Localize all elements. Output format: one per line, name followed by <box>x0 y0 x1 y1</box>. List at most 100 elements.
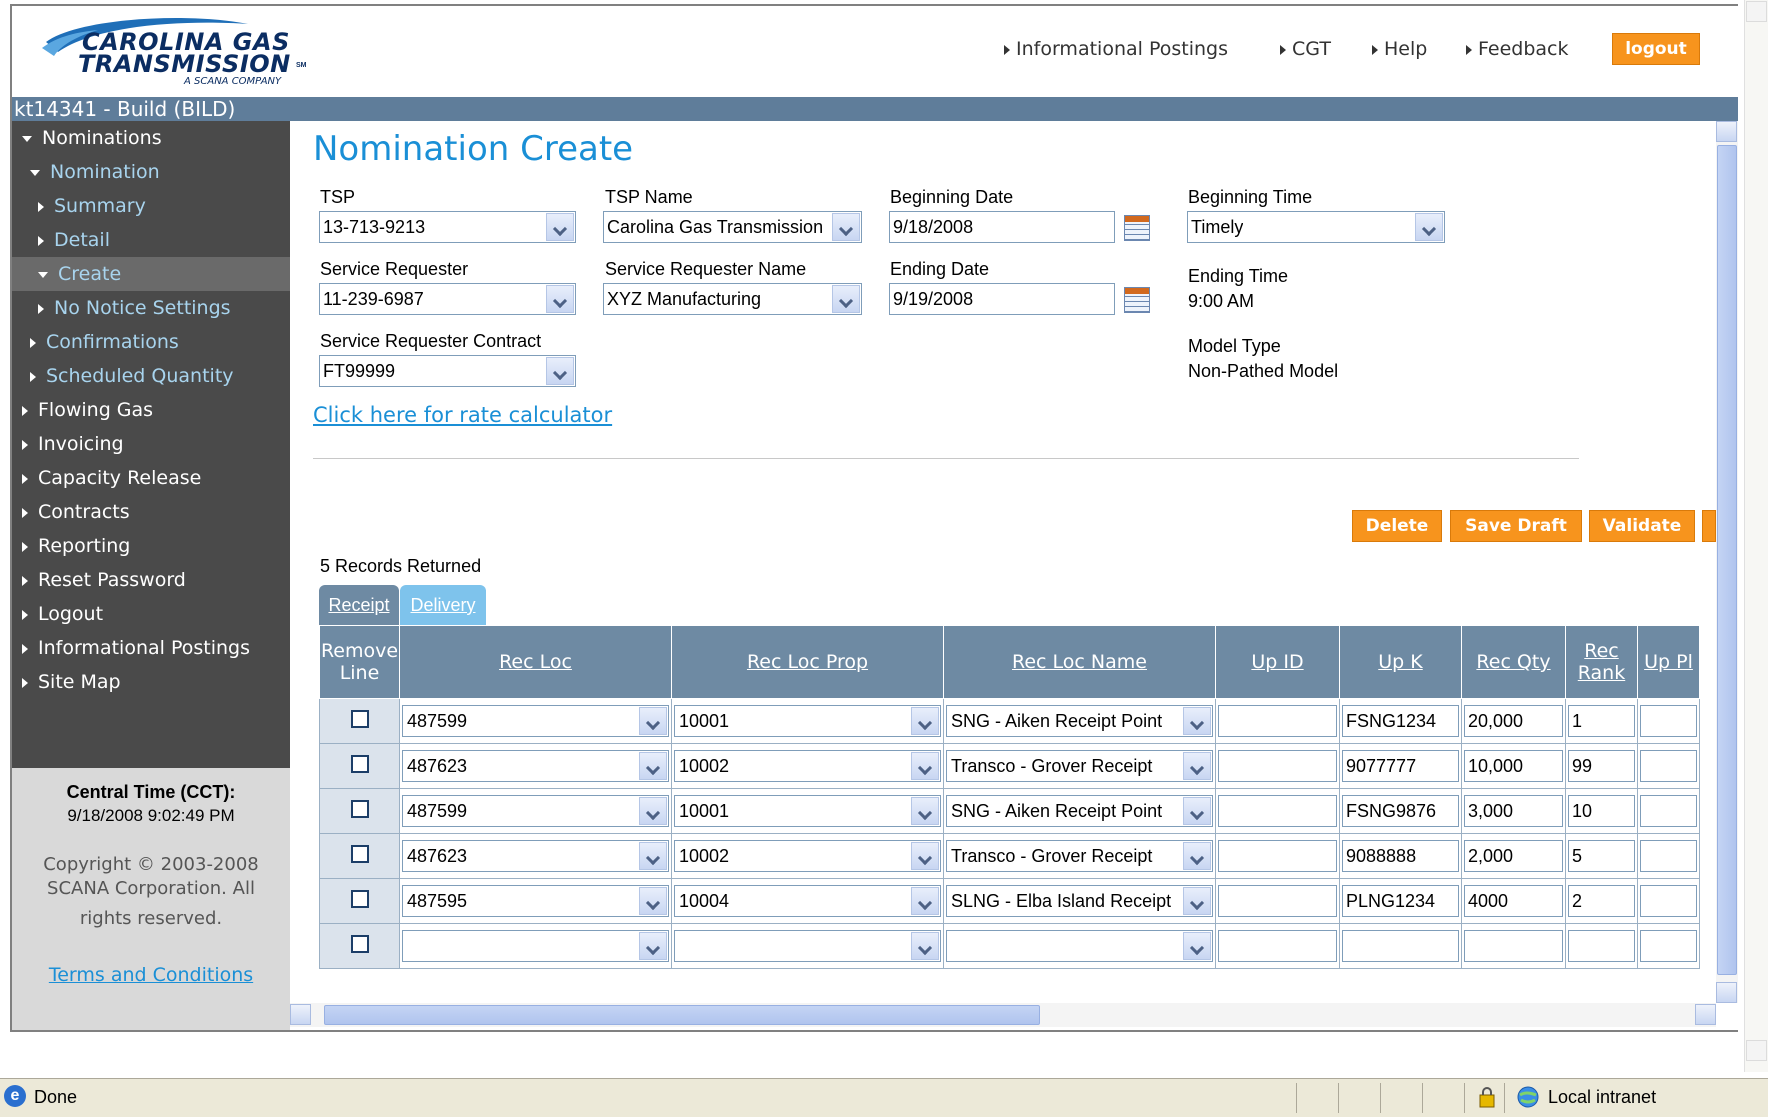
rec-loc-select[interactable]: 487599 <box>402 795 669 827</box>
up-id-input[interactable] <box>1218 795 1337 827</box>
scroll-right-icon[interactable] <box>1695 1004 1716 1025</box>
up-k-input[interactable]: 9088888 <box>1342 840 1459 872</box>
scroll-up-icon[interactable] <box>1716 121 1737 142</box>
rec-loc-select[interactable]: 487623 <box>402 750 669 782</box>
sidebar-item-reporting[interactable]: Reporting <box>12 529 300 563</box>
service-requester-name-select[interactable]: XYZ Manufacturing <box>603 283 862 315</box>
horizontal-scrollbar[interactable] <box>290 1003 1716 1027</box>
sidebar-item-detail[interactable]: Detail <box>12 223 316 257</box>
up-id-input[interactable] <box>1218 750 1337 782</box>
scroll-left-icon[interactable] <box>290 1004 311 1025</box>
up-k-input[interactable] <box>1342 930 1459 962</box>
rec-qty-input[interactable]: 4000 <box>1464 885 1563 917</box>
calendar-icon[interactable] <box>1124 215 1150 241</box>
sidebar-item-scheduled-quantity[interactable]: Scheduled Quantity <box>12 359 308 393</box>
rec-loc-name-select[interactable]: SNG - Aiken Receipt Point <box>946 795 1213 827</box>
tsp-select[interactable]: 13-713-9213 <box>319 211 576 243</box>
sidebar-item-contracts[interactable]: Contracts <box>12 495 300 529</box>
browser-scrollbar[interactable] <box>1744 0 1768 1072</box>
sidebar-item-no-notice-settings[interactable]: No Notice Settings <box>12 291 316 325</box>
up-id-input[interactable] <box>1218 840 1337 872</box>
up-id-input[interactable] <box>1218 885 1337 917</box>
up-pl-input[interactable] <box>1640 885 1697 917</box>
rec-rank-input[interactable]: 1 <box>1568 705 1635 737</box>
sidebar-item-confirmations[interactable]: Confirmations <box>12 325 308 359</box>
up-id-input[interactable] <box>1218 930 1337 962</box>
col-rec-loc-prop[interactable]: Rec Loc Prop <box>671 625 944 699</box>
horizontal-scroll-thumb[interactable] <box>324 1005 1040 1025</box>
rate-calculator-link[interactable]: Click here for rate calculator <box>313 403 612 427</box>
calendar-icon[interactable] <box>1124 287 1150 313</box>
logout-button[interactable]: logout <box>1612 33 1700 65</box>
sidebar-item-nominations[interactable]: Nominations <box>12 121 300 155</box>
sidebar-item-reset-password[interactable]: Reset Password <box>12 563 300 597</box>
rec-loc-select[interactable]: 487595 <box>402 885 669 917</box>
rec-loc-name-select[interactable]: SLNG - Elba Island Receipt <box>946 885 1213 917</box>
rec-loc-name-select[interactable]: Transco - Grover Receipt <box>946 750 1213 782</box>
tsp-name-select[interactable]: Carolina Gas Transmission <box>603 211 862 243</box>
scroll-down-icon[interactable] <box>1716 982 1737 1003</box>
sidebar-item-informational-postings[interactable]: Informational Postings <box>12 631 300 665</box>
ending-date-input[interactable]: 9/19/2008 <box>889 283 1115 315</box>
browser-scroll-down-icon[interactable] <box>1746 1040 1767 1061</box>
submit-button-partial[interactable] <box>1702 510 1716 542</box>
tab-delivery[interactable]: Delivery <box>400 585 486 625</box>
sidebar-item-capacity-release[interactable]: Capacity Release <box>12 461 300 495</box>
remove-line-checkbox[interactable] <box>350 889 369 908</box>
sidebar-item-invoicing[interactable]: Invoicing <box>12 427 300 461</box>
remove-line-checkbox[interactable] <box>350 799 369 818</box>
sidebar-item-flowing-gas[interactable]: Flowing Gas <box>12 393 300 427</box>
rec-qty-input[interactable]: 20,000 <box>1464 705 1563 737</box>
validate-button[interactable]: Validate <box>1589 510 1695 542</box>
topnav-help[interactable]: Help <box>1372 38 1427 60</box>
rec-loc-prop-select[interactable]: 10001 <box>674 705 941 737</box>
rec-qty-input[interactable]: 10,000 <box>1464 750 1563 782</box>
sidebar-item-nomination[interactable]: Nomination <box>12 155 308 189</box>
save-draft-button[interactable]: Save Draft <box>1450 510 1582 542</box>
remove-line-checkbox[interactable] <box>350 709 369 728</box>
col-up-k[interactable]: Up K <box>1339 625 1462 699</box>
remove-line-checkbox[interactable] <box>350 844 369 863</box>
topnav-informational-postings[interactable]: Informational Postings <box>1004 38 1228 60</box>
rec-rank-input[interactable] <box>1568 930 1635 962</box>
rec-loc-prop-select[interactable]: 10004 <box>674 885 941 917</box>
beginning-date-input[interactable]: 9/18/2008 <box>889 211 1115 243</box>
service-requester-select[interactable]: 11-239-6987 <box>319 283 576 315</box>
rec-loc-name-select[interactable]: Transco - Grover Receipt <box>946 840 1213 872</box>
remove-line-checkbox[interactable] <box>350 934 369 953</box>
rec-rank-input[interactable]: 2 <box>1568 885 1635 917</box>
rec-loc-select[interactable]: 487599 <box>402 705 669 737</box>
rec-qty-input[interactable] <box>1464 930 1563 962</box>
beginning-time-select[interactable]: Timely <box>1187 211 1445 243</box>
sidebar-item-logout[interactable]: Logout <box>12 597 300 631</box>
rec-rank-input[interactable]: 10 <box>1568 795 1635 827</box>
sidebar-item-create[interactable]: Create <box>12 257 316 291</box>
col-rec-loc-name[interactable]: Rec Loc Name <box>943 625 1216 699</box>
rec-qty-input[interactable]: 3,000 <box>1464 795 1563 827</box>
up-k-input[interactable]: 9077777 <box>1342 750 1459 782</box>
company-logo[interactable]: CAROLINA GAS TRANSMISSION SM A SCANA COM… <box>38 14 310 92</box>
rec-loc-prop-select[interactable]: 10001 <box>674 795 941 827</box>
up-k-input[interactable]: FSNG9876 <box>1342 795 1459 827</box>
up-pl-input[interactable] <box>1640 750 1697 782</box>
tab-receipt[interactable]: Receipt <box>319 585 399 625</box>
rec-loc-select[interactable]: 487623 <box>402 840 669 872</box>
topnav-feedback[interactable]: Feedback <box>1466 38 1568 60</box>
sidebar-item-summary[interactable]: Summary <box>12 189 316 223</box>
up-id-input[interactable] <box>1218 705 1337 737</box>
rec-loc-name-select[interactable] <box>946 930 1213 962</box>
browser-scroll-up-icon[interactable] <box>1746 1 1767 22</box>
col-up-id[interactable]: Up ID <box>1215 625 1340 699</box>
up-pl-input[interactable] <box>1640 795 1697 827</box>
col-rec-loc[interactable]: Rec Loc <box>399 625 672 699</box>
rec-rank-input[interactable]: 5 <box>1568 840 1635 872</box>
up-pl-input[interactable] <box>1640 930 1697 962</box>
topnav-cgt[interactable]: CGT <box>1280 38 1331 60</box>
rec-loc-name-select[interactable]: SNG - Aiken Receipt Point <box>946 705 1213 737</box>
sidebar-item-site-map[interactable]: Site Map <box>12 665 300 699</box>
up-pl-input[interactable] <box>1640 840 1697 872</box>
rec-rank-input[interactable]: 99 <box>1568 750 1635 782</box>
col-rec-qty[interactable]: Rec Qty <box>1461 625 1566 699</box>
col-up-pl[interactable]: Up Pl <box>1637 625 1700 699</box>
rec-qty-input[interactable]: 2,000 <box>1464 840 1563 872</box>
